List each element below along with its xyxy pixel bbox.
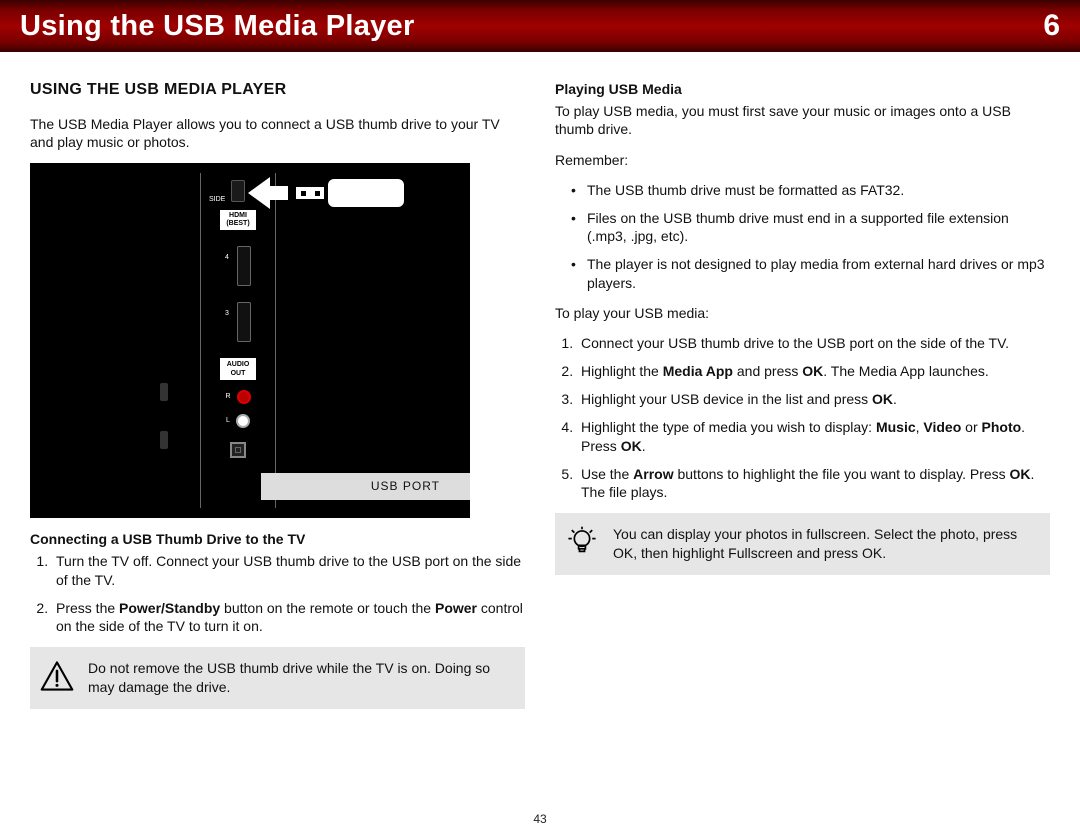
- chapter-title: Using the USB Media Player: [20, 10, 415, 43]
- tv-side-figure: SIDE HDMI(BEST) 4 3 AUDIOOUT R L USB POR…: [30, 163, 470, 518]
- left-column: USING THE USB MEDIA PLAYER The USB Media…: [30, 80, 525, 709]
- play-steps: Connect your USB thumb drive to the USB …: [555, 334, 1050, 501]
- right-column: Playing USB Media To play USB media, you…: [555, 80, 1050, 709]
- audio-jack-red-icon: [237, 390, 251, 404]
- remember-item: The player is not designed to play media…: [577, 255, 1050, 291]
- side-label: SIDE: [209, 195, 225, 204]
- section-heading: USING THE USB MEDIA PLAYER: [30, 80, 525, 101]
- audio-jack-white-icon: [236, 414, 250, 428]
- remember-item: Files on the USB thumb drive must end in…: [577, 209, 1050, 245]
- warning-text: Do not remove the USB thumb drive while …: [88, 659, 511, 697]
- audio-out-label: AUDIOOUT: [220, 358, 256, 380]
- play-step-4: Highlight the type of media you wish to …: [577, 418, 1050, 454]
- insert-arrow-icon: [248, 177, 286, 209]
- chapter-header: Using the USB Media Player 6: [0, 0, 1080, 52]
- usb-drive-icon: [294, 177, 406, 209]
- tip-text: You can display your photos in fullscree…: [613, 525, 1036, 563]
- remember-item: The USB thumb drive must be formatted as…: [577, 181, 1050, 199]
- figure-caption: USB PORT: [261, 473, 470, 501]
- usb-slot-icon: [231, 180, 245, 202]
- play-step-3: Highlight your USB device in the list an…: [577, 390, 1050, 408]
- l-label: L: [226, 416, 230, 425]
- optical-port-icon: [230, 442, 246, 458]
- remember-label: Remember:: [555, 151, 1050, 169]
- connecting-steps: Turn the TV off. Connect your USB thumb …: [30, 552, 525, 635]
- play-label: To play your USB media:: [555, 304, 1050, 322]
- playing-subhead: Playing USB Media: [555, 80, 1050, 98]
- hdmi-port-icon: [237, 302, 251, 342]
- connecting-subhead: Connecting a USB Thumb Drive to the TV: [30, 530, 525, 548]
- step-2: Press the Power/Standby button on the re…: [52, 599, 525, 635]
- page-number: 43: [0, 812, 1080, 826]
- lightbulb-icon: [565, 525, 599, 559]
- warning-icon: [40, 659, 74, 693]
- port-panel: SIDE HDMI(BEST) 4 3 AUDIOOUT R L: [200, 173, 276, 508]
- page-content: USING THE USB MEDIA PLAYER The USB Media…: [0, 52, 1080, 719]
- hdmi-port-icon: [237, 246, 251, 286]
- step-1: Turn the TV off. Connect your USB thumb …: [52, 552, 525, 588]
- play-step-2: Highlight the Media App and press OK. Th…: [577, 362, 1050, 380]
- chapter-number: 6: [1043, 9, 1060, 43]
- r-label: R: [225, 392, 230, 401]
- warning-callout: Do not remove the USB thumb drive while …: [30, 647, 525, 709]
- playing-intro: To play USB media, you must first save y…: [555, 102, 1050, 138]
- tip-callout: You can display your photos in fullscree…: [555, 513, 1050, 575]
- vent-slits-icon: [160, 383, 168, 449]
- hdmi-label: HDMI(BEST): [220, 210, 256, 229]
- play-step-1: Connect your USB thumb drive to the USB …: [577, 334, 1050, 352]
- remember-list: The USB thumb drive must be formatted as…: [555, 181, 1050, 292]
- play-step-5: Use the Arrow buttons to highlight the f…: [577, 465, 1050, 501]
- intro-text: The USB Media Player allows you to conne…: [30, 115, 525, 151]
- port-3-label: 3: [225, 309, 229, 318]
- port-4-label: 4: [225, 253, 229, 262]
